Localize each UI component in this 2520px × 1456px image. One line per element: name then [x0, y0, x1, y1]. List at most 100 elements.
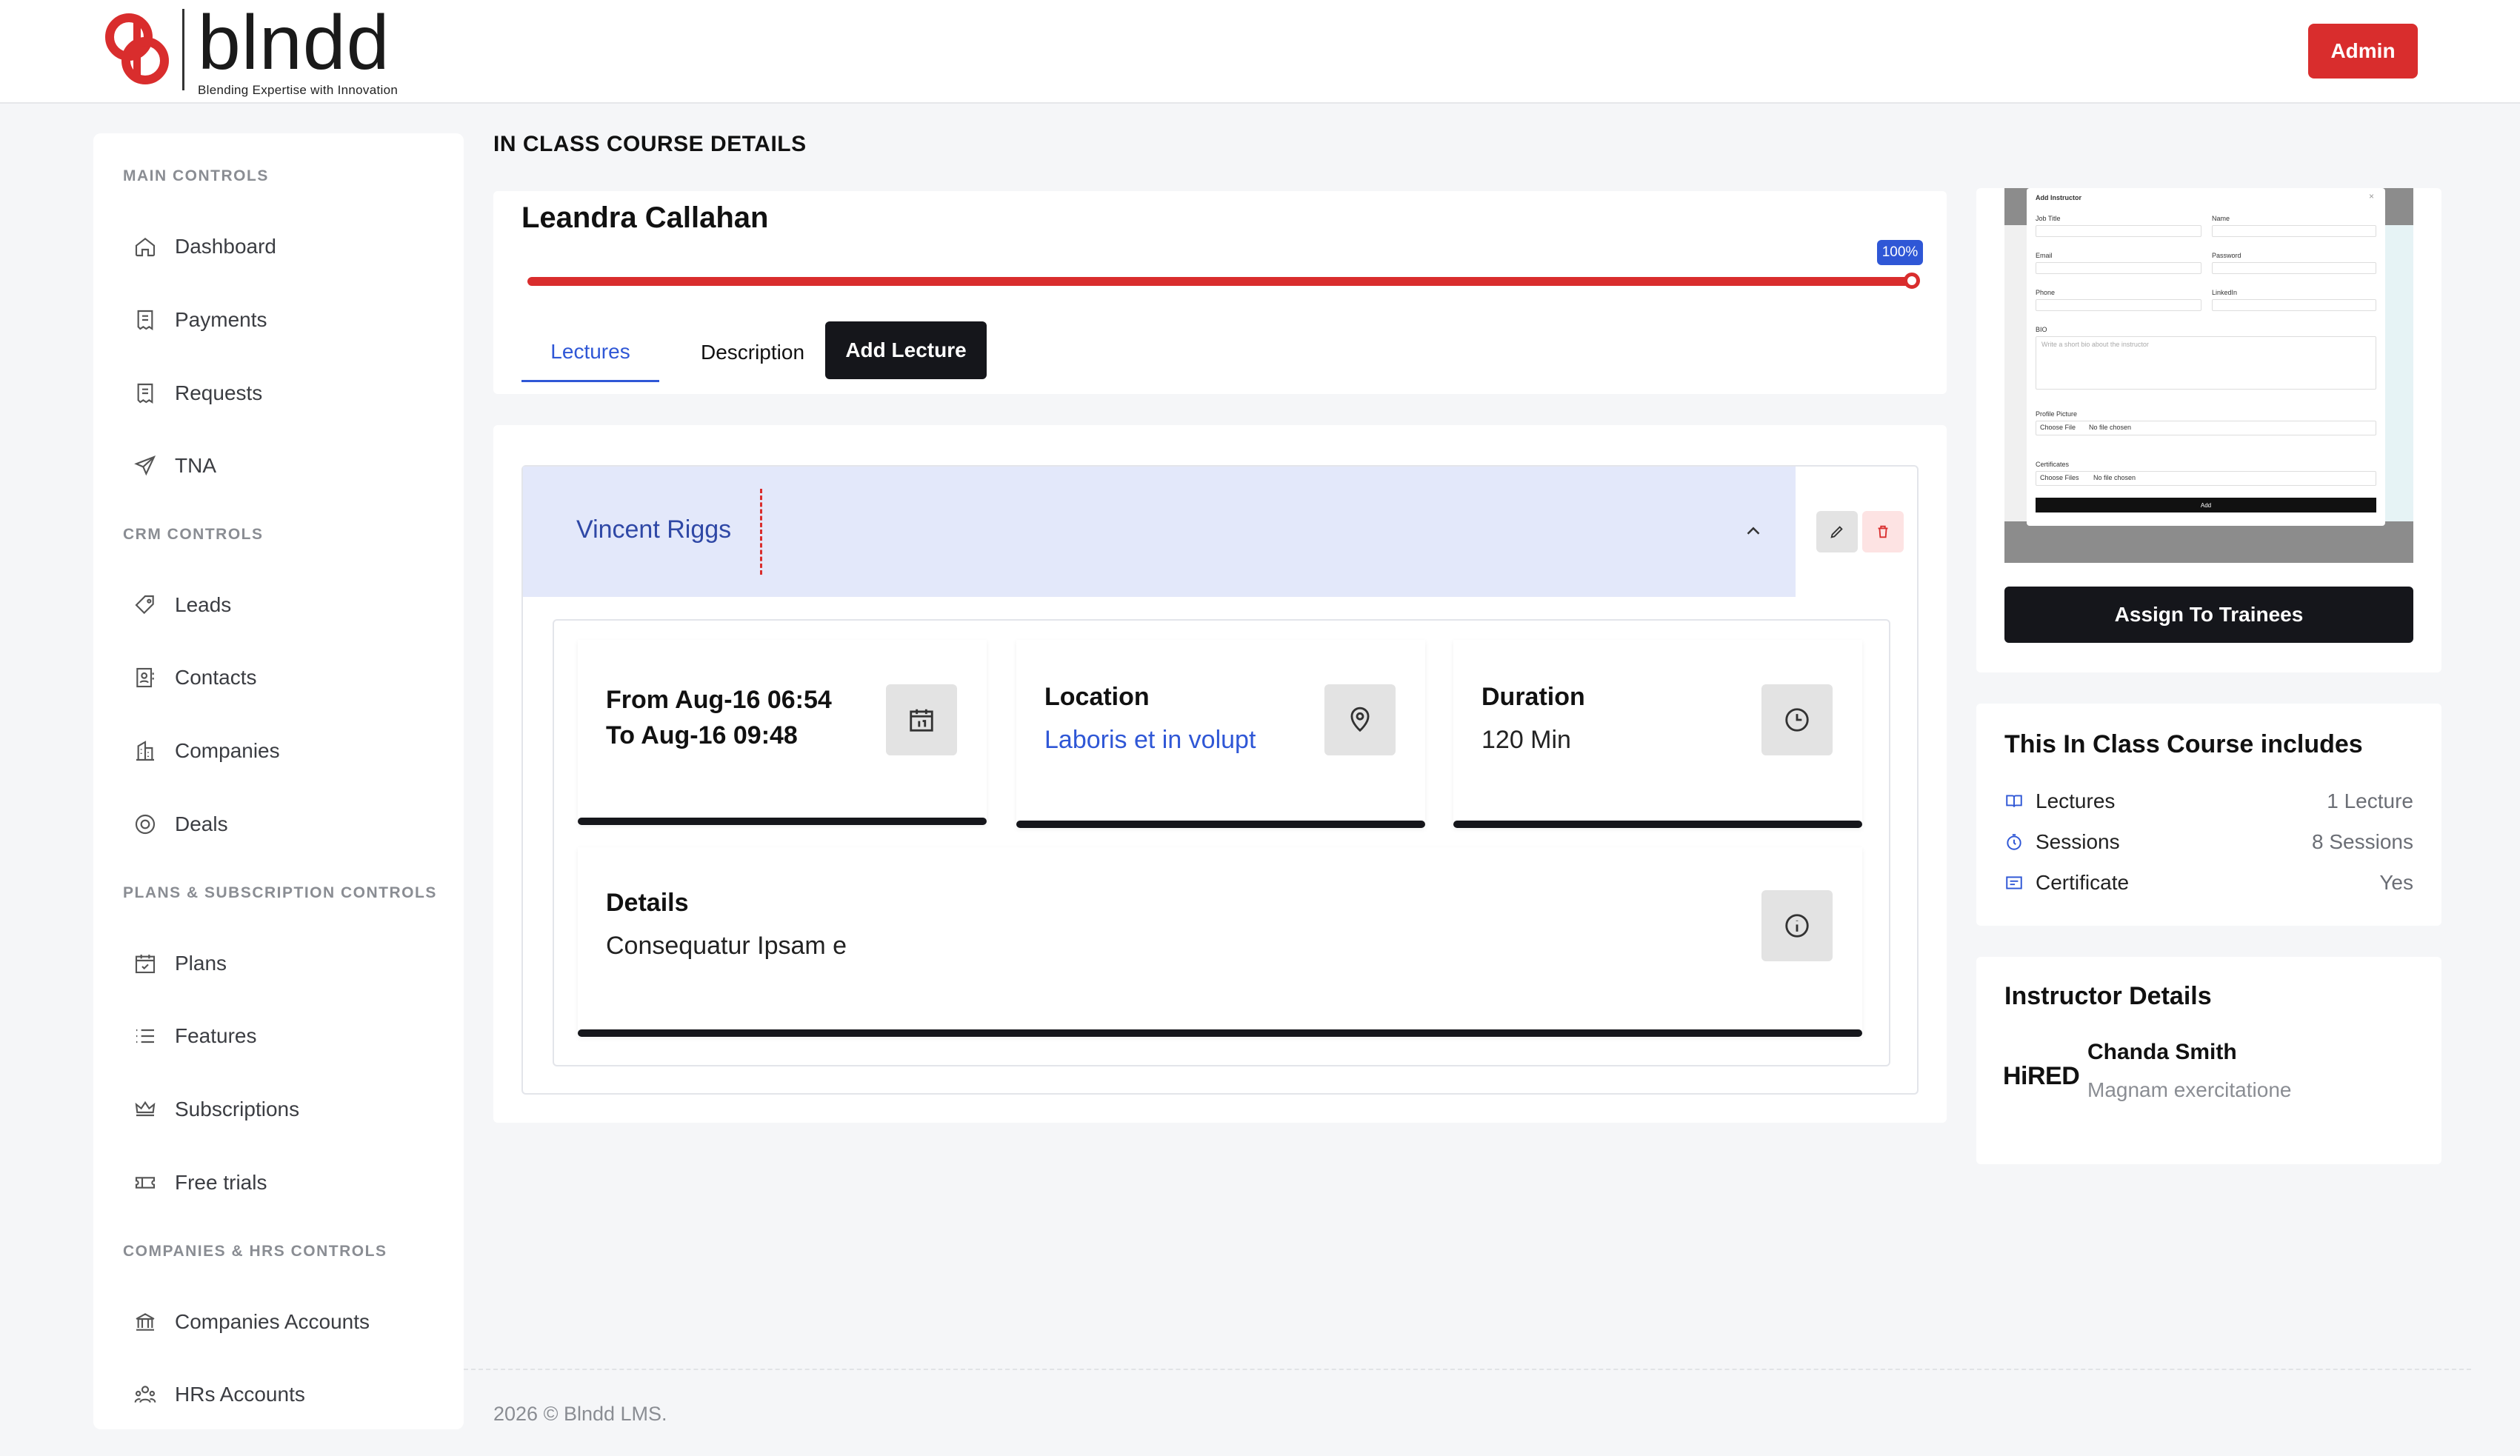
sidebar-item-label: Companies Accounts — [175, 1310, 370, 1333]
footer-divider — [464, 1369, 2471, 1370]
sidebar-item-label: TNA — [175, 454, 216, 477]
tag-icon — [135, 595, 154, 615]
home-icon — [135, 237, 156, 257]
crown-icon — [135, 1101, 156, 1117]
lecture-to: To Aug-16 09:48 — [606, 721, 798, 749]
lecture-accordion-header[interactable]: Vincent Riggs — [523, 467, 1796, 597]
sidebar-item-free-trials[interactable]: Free trials — [133, 1164, 444, 1201]
pencil-icon — [1830, 526, 1843, 538]
sidebar-section-crm: CRM CONTROLS — [123, 526, 264, 543]
sidebar-item-label: Contacts — [175, 666, 257, 689]
includes-row-sessions: Sessions 8 Sessions — [2004, 827, 2413, 857]
brand-tagline: Blending Expertise with Innovation — [198, 83, 399, 97]
sidebar-item-label: Payments — [175, 308, 267, 331]
lecture-divider — [760, 489, 762, 575]
course-preview-image[interactable]: Add Instructor × Job Title Name Email Pa… — [2004, 188, 2413, 563]
sidebar-item-label: Companies — [175, 739, 280, 762]
tab-lectures[interactable]: Lectures — [521, 323, 659, 382]
trash-icon — [1878, 525, 1888, 538]
duration-title: Duration — [1481, 683, 1585, 711]
sidebar-item-label: Requests — [175, 381, 263, 404]
info-icon — [1785, 914, 1809, 938]
sidebar-section-companies: COMPANIES & HRS CONTROLS — [123, 1243, 387, 1260]
instructor-name[interactable]: Chanda Smith — [2087, 1040, 2237, 1065]
admin-button[interactable]: Admin — [2308, 24, 2418, 79]
sidebar-item-requests[interactable]: Requests — [133, 375, 444, 412]
time-card-bar — [578, 818, 987, 825]
duration-value: 120 Min — [1481, 726, 1571, 754]
chevron-up-icon[interactable] — [1742, 520, 1764, 542]
sidebar-item-label: Deals — [175, 812, 228, 835]
edit-lecture-button[interactable] — [1816, 511, 1858, 552]
list-icon — [136, 1029, 154, 1043]
preview-modal: Add Instructor × Job Title Name Email Pa… — [2027, 188, 2385, 526]
calendar-check-icon — [135, 955, 156, 974]
lecture-from: From Aug-16 06:54 — [606, 686, 832, 714]
duration-card: Duration 120 Min — [1453, 640, 1862, 828]
sidebar-item-deals[interactable]: Deals — [133, 806, 444, 843]
sidebar-item-contacts[interactable]: Contacts — [133, 659, 444, 696]
brand-logo[interactable]: blndd Blending Expertise with Innovation — [104, 0, 399, 97]
sidebar-item-companies[interactable]: Companies — [133, 732, 444, 769]
ticket-icon — [135, 1177, 156, 1189]
tab-description[interactable]: Description — [679, 323, 827, 382]
sidebar-item-plans[interactable]: Plans — [133, 945, 444, 982]
brand-name: blndd — [198, 0, 390, 86]
info-icon-box — [1761, 890, 1833, 961]
details-title: Details — [606, 889, 689, 917]
assign-to-trainees-button[interactable]: Assign To Trainees — [2004, 587, 2413, 643]
book-icon — [2006, 795, 2022, 807]
preview-modal-title: Add Instructor — [2036, 194, 2081, 201]
contacts-book-icon — [136, 667, 154, 688]
top-bar: blndd Blending Expertise with Innovation… — [0, 0, 2520, 104]
includes-row-lectures: Lectures 1 Lecture — [2004, 787, 2413, 816]
delete-lecture-button[interactable] — [1862, 511, 1904, 552]
instructor-company-logo: HiRED — [2003, 1062, 2080, 1090]
sidebar-item-subscriptions[interactable]: Subscriptions — [133, 1091, 444, 1128]
sidebar-item-label: Free trials — [175, 1171, 267, 1194]
location-card: Location Laboris et in volupt — [1016, 640, 1425, 828]
sidebar-item-companies-accounts[interactable]: Companies Accounts — [133, 1303, 444, 1340]
lecture-panel: Vincent Riggs From Aug-16 06:54 To Aug-1… — [493, 425, 1947, 1123]
sidebar-item-label: Features — [175, 1024, 257, 1047]
instructor-title: Instructor Details — [2004, 982, 2212, 1010]
lecture-title: Vincent Riggs — [576, 515, 732, 544]
map-pin-icon — [1350, 707, 1370, 732]
includes-row-certificate: Certificate Yes — [2004, 868, 2413, 898]
receipt-icon — [137, 383, 153, 404]
sidebar-item-leads[interactable]: Leads — [133, 587, 444, 624]
location-value[interactable]: Laboris et in volupt — [1044, 726, 1256, 755]
sidebar-item-label: Leads — [175, 593, 232, 616]
clock-icon-box — [1761, 684, 1833, 755]
sidebar-item-tna[interactable]: TNA — [133, 447, 444, 484]
sidebar: MAIN CONTROLS Dashboard Payments Request… — [93, 133, 464, 1429]
sidebar-item-label: Plans — [175, 952, 227, 975]
details-card: Details Consequatur Ipsam e — [578, 847, 1862, 1037]
sidebar-item-features[interactable]: Features — [133, 1018, 444, 1055]
calendar-icon — [910, 709, 933, 732]
lecture-accordion: Vincent Riggs From Aug-16 06:54 To Aug-1… — [521, 465, 1919, 1095]
location-title: Location — [1044, 683, 1150, 711]
sidebar-item-hrs-accounts[interactable]: HRs Accounts — [133, 1376, 444, 1413]
certificate-icon — [2006, 876, 2022, 889]
clock-icon — [1785, 708, 1809, 732]
add-lecture-button[interactable]: Add Lecture — [825, 321, 987, 379]
progress-bar — [527, 277, 1913, 286]
footer-copyright: 2026 © Blndd LMS. — [493, 1403, 667, 1425]
deal-coin-icon — [135, 814, 156, 835]
sidebar-item-dashboard[interactable]: Dashboard — [133, 228, 444, 265]
logo-divider — [182, 9, 184, 90]
sidebar-item-label: Subscriptions — [175, 1098, 300, 1121]
progress-knob — [1904, 273, 1920, 289]
building-icon — [136, 741, 154, 761]
course-includes-card: This In Class Course includes Lectures 1… — [1976, 704, 2441, 926]
details-value: Consequatur Ipsam e — [606, 932, 847, 960]
sidebar-item-payments[interactable]: Payments — [133, 301, 444, 338]
calendar-icon-box — [886, 684, 957, 755]
instructor-details-card: Instructor Details HiRED Chanda Smith Ma… — [1976, 957, 2441, 1164]
timer-icon — [2007, 834, 2021, 850]
sidebar-item-label: HRs Accounts — [175, 1383, 305, 1406]
page-title: IN CLASS COURSE DETAILS — [493, 132, 807, 156]
preview-close-icon: × — [2369, 191, 2375, 201]
location-card-bar — [1016, 821, 1425, 828]
